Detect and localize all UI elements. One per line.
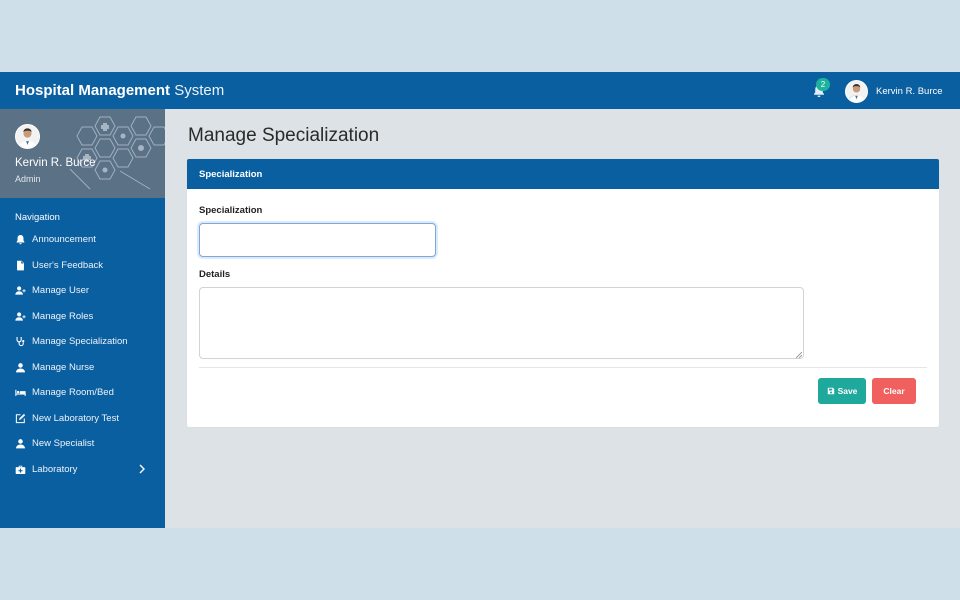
clear-button-label: Clear — [883, 386, 905, 396]
sidebar-item-users-feedback[interactable]: User's Feedback — [0, 253, 165, 279]
sidebar-item-new-specialist[interactable]: New Specialist — [0, 431, 165, 457]
profile-role: Admin — [15, 174, 41, 184]
floppy-disk-icon — [827, 387, 834, 395]
card-title: Specialization — [187, 159, 939, 189]
sidebar-item-label: Manage Nurse — [32, 361, 95, 373]
edit-icon — [14, 412, 26, 424]
details-label: Details — [199, 269, 231, 280]
sidebar-item-label: Manage Room/Bed — [32, 387, 114, 399]
user-icon — [14, 438, 26, 450]
user-menu[interactable]: Kervin R. Burce — [845, 79, 943, 103]
sidebar-item-manage-roles[interactable]: Manage Roles — [0, 304, 165, 330]
medkit-icon — [14, 463, 26, 475]
chevron-right-icon — [139, 464, 145, 473]
save-button-label: Save — [837, 386, 858, 396]
page-title: Manage Specialization — [188, 125, 380, 146]
specialization-form-card: Specialization Specialization Details Sa… — [187, 159, 939, 427]
app-window: Hospital Management System 2 Kervin R. B… — [0, 72, 960, 528]
clear-button[interactable]: Clear — [872, 378, 916, 404]
nav-heading: Navigation — [15, 212, 60, 223]
specialization-input[interactable] — [199, 223, 436, 257]
sidebar-item-announcement[interactable]: Announcement — [0, 227, 165, 253]
sidebar-item-label: Manage Specialization — [32, 336, 128, 348]
sidebar-item-manage-room-bed[interactable]: Manage Room/Bed — [0, 380, 165, 406]
sidebar-item-label: Announcement — [32, 234, 96, 246]
sidebar-item-label: New Specialist — [32, 438, 95, 450]
sidebar-item-manage-nurse[interactable]: Manage Nurse — [0, 355, 165, 381]
user-plus-icon — [14, 285, 26, 297]
sidebar-item-new-laboratory-test[interactable]: New Laboratory Test — [0, 406, 165, 432]
stethoscope-icon — [14, 336, 26, 348]
sidebar-nav: Announcement User's Feedback Manage User… — [0, 227, 165, 482]
avatar — [15, 124, 40, 149]
file-icon — [14, 259, 26, 271]
sidebar-item-laboratory[interactable]: Laboratory — [0, 457, 165, 483]
user-plus-icon — [14, 310, 26, 322]
bed-icon — [14, 387, 26, 399]
form-divider — [199, 367, 927, 368]
sidebar-item-label: User's Feedback — [32, 259, 103, 271]
save-button[interactable]: Save — [818, 378, 866, 404]
sidebar-item-label: Laboratory — [32, 463, 78, 475]
notification-count-badge: 2 — [816, 78, 830, 91]
sidebar: Kervin R. Burce Admin Navigation Announc… — [0, 109, 165, 528]
details-textarea[interactable] — [199, 287, 804, 359]
bell-icon — [14, 234, 26, 246]
brand-title[interactable]: Hospital Management System — [15, 81, 224, 100]
sidebar-item-label: Manage Roles — [32, 310, 94, 322]
profile-name: Kervin R. Burce — [15, 157, 96, 169]
resize-handle-icon[interactable] — [796, 352, 802, 358]
sidebar-item-manage-specialization[interactable]: Manage Specialization — [0, 329, 165, 355]
top-navbar: Hospital Management System 2 Kervin R. B… — [0, 72, 960, 109]
sidebar-item-label: Manage User — [32, 285, 90, 297]
avatar — [845, 79, 868, 103]
top-user-name: Kervin R. Burce — [876, 85, 943, 97]
sidebar-item-manage-user[interactable]: Manage User — [0, 278, 165, 304]
sidebar-item-label: New Laboratory Test — [32, 412, 119, 424]
brand-title-bold: Hospital Management — [15, 82, 171, 99]
specialization-label: Specialization — [199, 205, 263, 216]
user-icon — [14, 361, 26, 373]
medical-pattern-icon — [69, 116, 165, 190]
brand-title-light: System — [174, 82, 225, 99]
sidebar-profile-panel: Kervin R. Burce Admin — [0, 109, 165, 198]
